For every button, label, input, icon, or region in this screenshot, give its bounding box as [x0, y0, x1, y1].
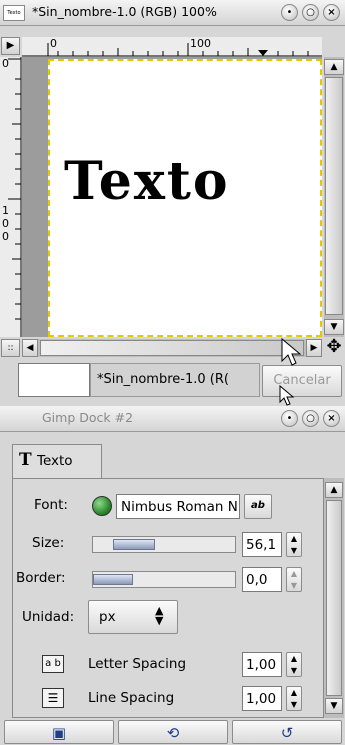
line-spacing-icon: ☰ [42, 688, 64, 708]
navigate-icon[interactable]: ✥ [324, 337, 344, 357]
unit-value: px [99, 609, 116, 625]
status-bar: *Sin_nombre-1.0 (R( [90, 363, 260, 397]
shade-button[interactable]: • [281, 4, 298, 21]
close-icon[interactable]: × [323, 4, 340, 21]
save-icon[interactable]: ▣ [4, 720, 114, 744]
size-slider[interactable] [92, 536, 236, 553]
vscroll-thumb[interactable] [325, 77, 343, 315]
status-unit-field[interactable] [18, 363, 90, 397]
border-slider-fill[interactable] [93, 574, 133, 585]
text-tool-icon: T [19, 450, 32, 470]
line-spacing-value: 1,00 [246, 691, 277, 707]
horizontal-ruler-ticks [22, 43, 322, 57]
dock-scroll-thumb[interactable] [326, 500, 342, 696]
dock-title: Gimp Dock #2 [42, 410, 134, 425]
dock-titlebar[interactable]: Gimp Dock #2 • ○ × [0, 406, 345, 432]
canvas-text[interactable]: Texto [64, 151, 230, 212]
vruler-label-3: 0 [2, 230, 9, 243]
size-spin-button[interactable]: ▲ ▼ [286, 532, 302, 557]
zoom-toggle-button[interactable]: :: [1, 339, 20, 357]
status-image-name: *Sin_nombre-1.0 (R( [97, 372, 229, 387]
letter-spacing-icon: a b [42, 655, 64, 673]
letter-spacing-spin[interactable]: ▲ ▼ [286, 652, 302, 677]
image-canvas[interactable]: Texto [48, 59, 322, 337]
tab-label: Texto [37, 453, 73, 469]
image-window-title: *Sin_nombre-1.0 (RGB) 100% [32, 4, 217, 19]
horizontal-scrollbar[interactable]: ◀ ▶ [22, 339, 322, 357]
letter-spacing-label: Letter Spacing [88, 656, 187, 672]
dock-arrow-up-icon[interactable]: ▲ [325, 482, 343, 498]
size-input[interactable]: 56,1 [242, 532, 282, 557]
letter-spacing-value: 1,00 [246, 657, 277, 673]
size-slider-fill[interactable] [113, 539, 155, 550]
dock-shade-button[interactable]: • [281, 410, 298, 427]
mouse-cursor-icon-2 [279, 384, 295, 406]
unit-select[interactable]: px ▲ ▼ [88, 600, 178, 634]
dock-scrollbar[interactable]: ▲ ▼ [324, 478, 344, 718]
border-spin-button[interactable]: ▲ ▼ [286, 567, 302, 592]
vruler-label-1: 1 [2, 204, 9, 217]
ruler-label-0: 0 [50, 37, 57, 50]
line-spacing-spin[interactable]: ▲ ▼ [286, 686, 302, 711]
line-spacing-label: Line Spacing [88, 690, 175, 706]
horizontal-ruler: 0 100 [22, 37, 322, 57]
cancel-button[interactable]: Cancelar [262, 365, 342, 397]
thumb-label: Texto [7, 10, 21, 16]
font-browse-icon[interactable]: ab [244, 494, 272, 519]
vertical-ruler-ticks [8, 57, 22, 337]
vruler-label-0: 0 [2, 57, 9, 70]
font-label: Font: [34, 497, 68, 513]
border-slider[interactable] [92, 571, 236, 588]
unit-label: Unidad: [22, 609, 75, 625]
arrow-down-icon[interactable]: ▼ [324, 319, 344, 335]
reset-icon[interactable]: ↺ [232, 720, 342, 744]
select-arrows-icon: ▲ ▼ [155, 604, 164, 627]
arrow-right-icon[interactable]: ▶ [306, 339, 322, 357]
hscroll-thumb[interactable] [40, 340, 304, 356]
restore-icon[interactable]: ⟲ [118, 720, 228, 744]
size-value: 56,1 [246, 537, 277, 553]
arrow-up-icon[interactable]: ▲ [324, 59, 344, 75]
font-status-icon [92, 496, 112, 516]
maximize-button[interactable]: ○ [302, 4, 319, 21]
triangle-right-icon[interactable]: ▶ [1, 37, 20, 55]
border-input[interactable]: 0,0 [242, 567, 282, 592]
image-window-titlebar[interactable]: Texto *Sin_nombre-1.0 (RGB) 100% • ○ × [0, 0, 345, 26]
size-label-text: Size: [32, 535, 65, 551]
ruler-label-100: 100 [190, 37, 211, 50]
border-label: Border: [16, 570, 66, 586]
font-input[interactable]: Nimbus Roman No9 [116, 494, 240, 519]
canvas-area[interactable]: Texto [22, 57, 322, 337]
font-value: Nimbus Roman No9 [121, 499, 237, 515]
vruler-label-2: 0 [2, 217, 9, 230]
tab-texto[interactable]: T Texto [12, 444, 102, 478]
vertical-scrollbar[interactable]: ▲ ▼ [324, 57, 344, 337]
border-value: 0,0 [246, 572, 268, 588]
size-label: Size: [32, 535, 64, 551]
dock-arrow-down-icon[interactable]: ▼ [325, 698, 343, 714]
line-spacing-input[interactable]: 1,00 [242, 686, 282, 711]
arrow-left-icon[interactable]: ◀ [22, 339, 38, 357]
letter-spacing-input[interactable]: 1,00 [242, 652, 282, 677]
dock-maximize-button[interactable]: ○ [302, 410, 319, 427]
vertical-ruler: 0 1 0 0 [0, 57, 22, 337]
dock-close-icon[interactable]: × [323, 410, 340, 427]
mouse-cursor-icon [281, 337, 302, 366]
image-thumbnail-icon: Texto [3, 5, 25, 21]
